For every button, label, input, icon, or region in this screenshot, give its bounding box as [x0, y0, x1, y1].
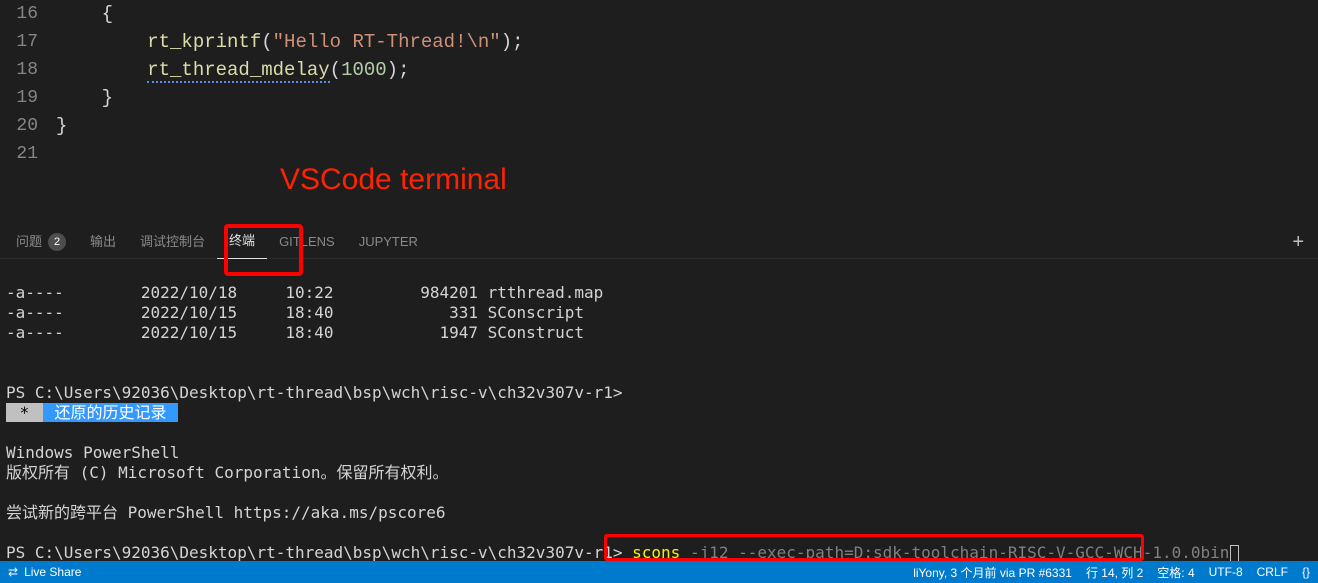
status-item[interactable]: {}: [1302, 565, 1310, 579]
code-content[interactable]: rt_kprintf("Hello RT-Thread!\n");: [56, 28, 524, 56]
line-number: 18: [0, 56, 56, 84]
terminal-line: [0, 423, 1318, 443]
terminal-line: Windows PowerShell: [0, 443, 1318, 463]
code-line[interactable]: 19 }: [0, 84, 1318, 112]
terminal-command-line: PS C:\Users\92036\Desktop\rt-thread\bsp\…: [0, 543, 1318, 563]
status-bar: ⇄ Live Share liYony, 3 个月前 via PR #6331 行…: [0, 561, 1318, 583]
code-line[interactable]: 21: [0, 140, 1318, 168]
status-item[interactable]: 空格: 4: [1157, 564, 1194, 581]
line-number: 20: [0, 112, 56, 140]
terminal-line: [0, 363, 1318, 383]
code-content[interactable]: rt_thread_mdelay(1000);: [56, 56, 409, 84]
code-content[interactable]: }: [56, 84, 113, 112]
tab-problems[interactable]: 问题2: [4, 225, 78, 259]
line-number: 16: [0, 0, 56, 28]
problems-badge: 2: [48, 233, 66, 251]
tab-terminal[interactable]: 终端: [217, 225, 267, 259]
terminal-output[interactable]: -a---- 2022/10/18 10:22 984201 rtthread.…: [0, 259, 1318, 563]
terminal-prompt: PS C:\Users\92036\Desktop\rt-thread\bsp\…: [0, 383, 1318, 403]
terminal-line: 版权所有 (C) Microsoft Corporation。保留所有权利。: [0, 463, 1318, 483]
code-editor[interactable]: 16 {17 rt_kprintf("Hello RT-Thread!\n");…: [0, 0, 1318, 225]
terminal-line: 尝试新的跨平台 PowerShell https://aka.ms/pscore…: [0, 503, 1318, 523]
line-number: 17: [0, 28, 56, 56]
new-terminal-icon[interactable]: +: [1284, 231, 1312, 254]
line-number: 19: [0, 84, 56, 112]
terminal-line: -a---- 2022/10/18 10:22 984201 rtthread.…: [0, 283, 1318, 303]
live-share-icon[interactable]: ⇄: [8, 565, 18, 579]
panel-tab-bar: 问题2输出调试控制台终端GITLENSJUPYTER +: [0, 225, 1318, 259]
terminal-line: -a---- 2022/10/15 18:40 331 SConscript: [0, 303, 1318, 323]
tab-output[interactable]: 输出: [78, 225, 128, 259]
code-line[interactable]: 18 rt_thread_mdelay(1000);: [0, 56, 1318, 84]
tab-gitlens[interactable]: GITLENS: [267, 225, 347, 259]
status-item[interactable]: CRLF: [1257, 565, 1288, 579]
tab-debug[interactable]: 调试控制台: [128, 225, 217, 259]
code-line[interactable]: 16 {: [0, 0, 1318, 28]
tab-jupyter[interactable]: JUPYTER: [347, 225, 430, 259]
code-line[interactable]: 20}: [0, 112, 1318, 140]
code-content[interactable]: }: [56, 112, 67, 140]
status-item[interactable]: 行 14, 列 2: [1086, 564, 1143, 581]
line-number: 21: [0, 140, 56, 168]
annotation-label: VSCode terminal: [280, 163, 507, 197]
code-line[interactable]: 17 rt_kprintf("Hello RT-Thread!\n");: [0, 28, 1318, 56]
code-content[interactable]: {: [56, 0, 113, 28]
status-item[interactable]: UTF-8: [1209, 565, 1243, 579]
status-item[interactable]: liYony, 3 个月前 via PR #6331: [913, 564, 1072, 581]
terminal-line: [0, 523, 1318, 543]
history-restored-badge: * 还原的历史记录: [0, 403, 1318, 423]
terminal-line: [0, 343, 1318, 363]
live-share-label[interactable]: Live Share: [24, 565, 81, 579]
terminal-line: -a---- 2022/10/15 18:40 1947 SConstruct: [0, 323, 1318, 343]
terminal-line: [0, 483, 1318, 503]
